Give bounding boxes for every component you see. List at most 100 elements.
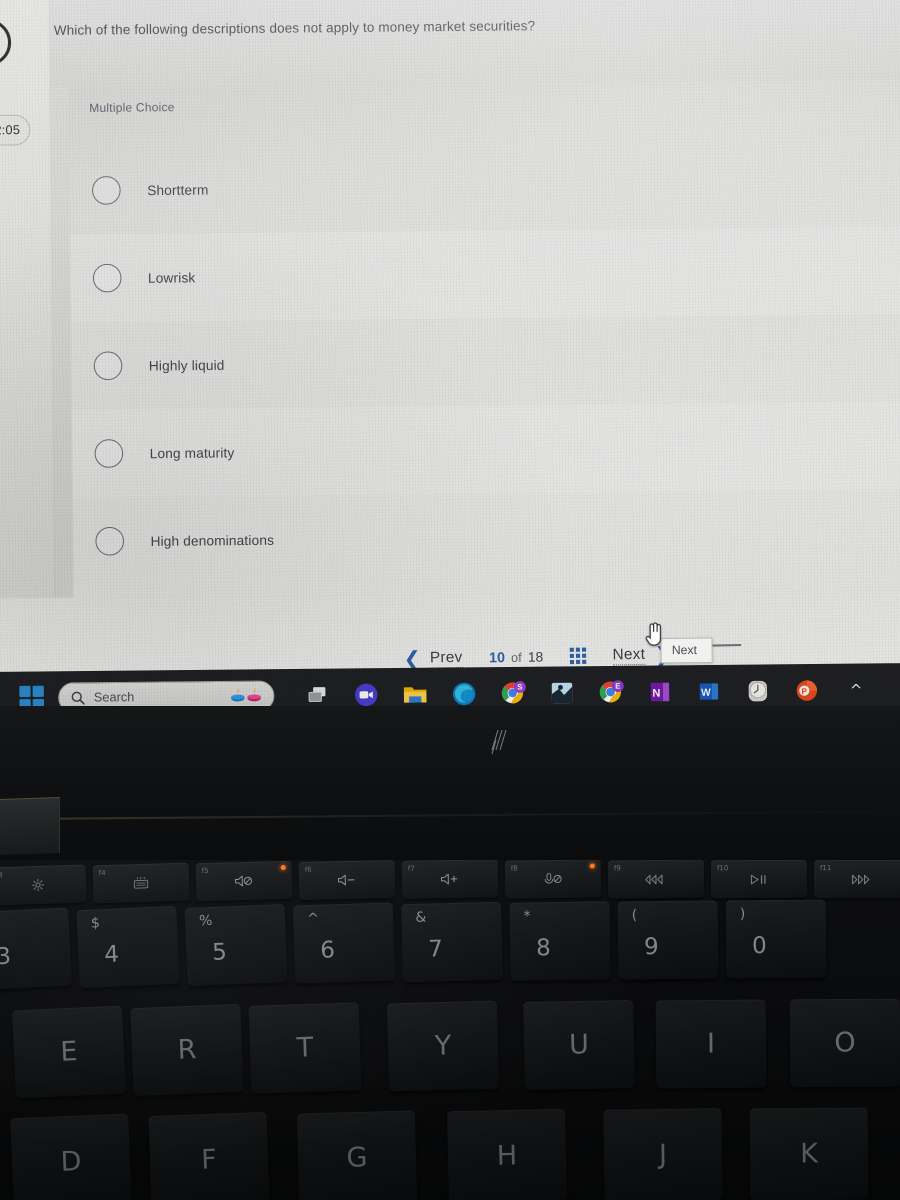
question-text: Which of the following descriptions does… [53, 17, 536, 38]
key-9[interactable]: ( 9 [617, 900, 719, 980]
rewind-icon [645, 874, 663, 884]
radio-button-icon[interactable] [92, 263, 122, 293]
left-sidebar: 2:05 [0, 0, 56, 672]
edge-icon [452, 682, 476, 706]
key-letter: Y [434, 1030, 452, 1062]
svg-text:P: P [801, 687, 807, 696]
option-row[interactable]: Lowrisk [70, 226, 900, 323]
key-f3[interactable]: f3 [0, 864, 87, 906]
option-row[interactable]: Highly liquid [71, 314, 900, 410]
key-y[interactable]: Y [386, 1000, 500, 1092]
laptop-keyboard: f3 f4 f5 f6 f7 f8 f9 f10 f11 3 $ 4 % 5 ^… [0, 860, 900, 1200]
key-r[interactable]: R [130, 1003, 244, 1097]
key-6[interactable]: ^ 6 [292, 902, 396, 984]
key-f7[interactable]: f7 [401, 860, 499, 899]
fast-forward-icon [852, 874, 870, 884]
key-4[interactable]: $ 4 [76, 905, 180, 989]
question-type-label: Multiple Choice [89, 99, 175, 116]
clock-icon [748, 680, 768, 702]
key-f5[interactable]: f5 [195, 860, 293, 902]
key-symbol: ) [739, 906, 746, 923]
brightness-up-icon [31, 878, 45, 892]
key-letter: I [706, 1028, 716, 1060]
key-0[interactable]: ) 0 [725, 899, 827, 979]
key-letter: U [568, 1029, 590, 1061]
radio-button-icon[interactable] [95, 526, 125, 556]
search-placeholder: Search [93, 689, 135, 705]
key-8[interactable]: * 8 [509, 901, 611, 981]
key-letter: E [59, 1036, 79, 1068]
word-icon: W [699, 683, 719, 700]
chevron-left-icon: ❮ [403, 646, 421, 671]
key-h[interactable]: H [447, 1108, 567, 1200]
timer-value: 2:05 [0, 122, 21, 138]
key-k[interactable]: K [749, 1107, 869, 1200]
key-g[interactable]: G [296, 1110, 418, 1200]
key-i[interactable]: I [655, 999, 767, 1089]
search-icon [71, 691, 85, 705]
radio-button-icon[interactable] [93, 351, 123, 381]
avatar-circle [0, 18, 12, 67]
key-number: 9 [643, 933, 659, 961]
key-e[interactable]: E [12, 1005, 126, 1099]
key-f10[interactable]: f10 [710, 860, 808, 899]
question-counter: 10 of 18 [489, 648, 543, 666]
option-row[interactable]: High denominations [73, 490, 900, 586]
key-letter: G [346, 1142, 368, 1174]
key-o[interactable]: O [789, 998, 900, 1088]
key-t[interactable]: T [248, 1002, 362, 1094]
option-label: Shortterm [147, 181, 209, 198]
key-j[interactable]: J [603, 1108, 723, 1200]
key-letter: F [200, 1144, 218, 1176]
prev-button[interactable]: ❮ Prev [403, 646, 463, 671]
laptop-hinge [0, 796, 60, 856]
volume-up-icon [441, 873, 458, 885]
powerpoint-icon: P [796, 680, 818, 701]
radio-button-icon[interactable] [94, 439, 124, 468]
of-word: of [510, 650, 522, 666]
key-d[interactable]: D [10, 1113, 132, 1200]
key-3[interactable]: # 3 [0, 907, 72, 991]
key-symbol: ^ [306, 911, 320, 928]
key-u[interactable]: U [523, 1000, 635, 1090]
key-f[interactable]: F [148, 1111, 270, 1200]
deck-edge [60, 810, 900, 820]
prev-label: Prev [429, 648, 463, 668]
key-number: 5 [211, 939, 228, 966]
key-number: 7 [427, 935, 444, 963]
volume-mute-icon [234, 875, 253, 887]
key-f4[interactable]: f4 [92, 862, 190, 904]
laptop-screen: 2:05 Which of the following descriptions… [0, 0, 900, 725]
key-symbol: $ [90, 915, 101, 932]
key-f11[interactable]: f11 [813, 860, 900, 899]
hand-cursor-icon [645, 622, 662, 646]
option-label: High denominations [150, 532, 275, 549]
radio-button-icon[interactable] [91, 175, 121, 205]
svg-text:W: W [701, 688, 711, 699]
key-5[interactable]: % 5 [184, 904, 288, 986]
option-row[interactable]: Long maturity [71, 401, 900, 498]
question-header: Which of the following descriptions does… [49, 0, 900, 88]
key-letter: T [296, 1032, 314, 1064]
option-label: Highly liquid [148, 357, 225, 374]
key-f6[interactable]: f6 [298, 860, 396, 901]
key-letter: H [496, 1140, 518, 1172]
option-row[interactable]: Shortterm [69, 139, 900, 235]
svg-text:N: N [652, 688, 660, 700]
key-letter: R [177, 1034, 197, 1066]
question-grid-icon[interactable] [569, 647, 586, 665]
key-f9[interactable]: f9 [607, 860, 705, 899]
timer-badge: 2:05 [0, 114, 31, 146]
laptop-photo: 2:05 Which of the following descriptions… [0, 0, 900, 1200]
chrome-icon: S [501, 680, 526, 703]
question-card: Multiple Choice Shortterm Lowrisk Highly… [68, 79, 900, 598]
diya-lamp-icon [229, 687, 264, 706]
key-7[interactable]: & 7 [401, 901, 503, 983]
task-view-icon [308, 687, 326, 703]
show-hidden-icons-button[interactable]: ^ [850, 681, 863, 699]
key-number: 0 [751, 932, 767, 959]
key-f8[interactable]: f8 [504, 860, 602, 899]
next-label: Next [612, 645, 646, 665]
key-symbol: % [198, 913, 213, 930]
folder-icon [403, 687, 427, 703]
